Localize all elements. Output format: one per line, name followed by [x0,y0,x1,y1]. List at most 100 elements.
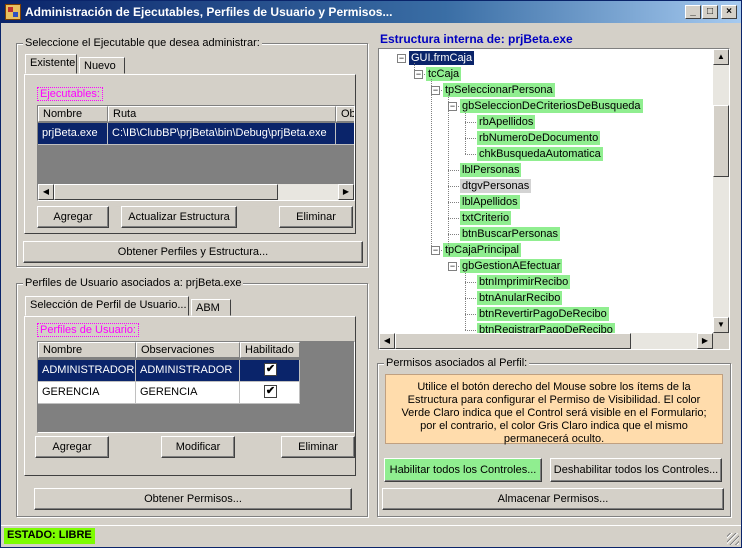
tree-guide-line [431,79,432,250]
scroll-left-icon[interactable]: ◀ [379,333,395,349]
perfil-row-1-nombre[interactable]: ADMINISTRADOR [38,360,136,382]
perfiles-groupbox: Perfiles de Usuario asociados a: prjBeta… [16,277,368,517]
tree-connector [465,122,476,123]
tab-seleccion-perfil[interactable]: Selección de Perfil de Usuario... [25,296,189,316]
tree-connector [465,314,476,315]
table-row-nombre[interactable]: prjBeta.exe [38,123,108,145]
habilitado-checkbox[interactable]: ✔ [264,385,277,398]
tab-abm[interactable]: ABM [191,299,231,316]
tree-connector [465,330,476,331]
col-nombre[interactable]: Nombre [38,106,108,122]
perfiles-legend: Perfiles de Usuario asociados a: prjBeta… [23,277,244,289]
perfil-row-2-habilitado[interactable]: ✔ [240,382,300,404]
perfil-row-1-obs[interactable]: ADMINISTRADOR [136,360,240,382]
eliminar-perfil-button[interactable]: Eliminar [281,436,355,458]
tree-node[interactable]: tpSeleccionarPersona [443,83,555,97]
tree-node[interactable]: lblApellidos [460,195,520,209]
tree-connector [448,170,459,171]
estructura-heading: Estructura interna de: prjBeta.exe [380,32,573,46]
tree-vscroll-thumb[interactable] [713,105,729,177]
tab-nuevo[interactable]: Nuevo [79,57,125,74]
tree-connector [465,282,476,283]
tree-node[interactable]: rbApellidos [477,115,536,129]
col-habilitado[interactable]: Habilitado [240,342,300,358]
tree-node[interactable]: dtgvPersonas [460,179,532,193]
permisos-legend: Permisos asociados al Perfil: [384,357,530,369]
perfil-row-2-nombre[interactable]: GERENCIA [38,382,136,404]
window-title: Administración de Ejecutables, Perfiles … [25,5,393,19]
tree-node[interactable]: lblPersonas [460,163,522,177]
col-observaciones[interactable]: Observaciones [136,342,240,358]
tree-node[interactable]: btnBuscarPersonas [460,227,560,241]
perfiles-label: Perfiles de Usuario: [37,323,139,337]
agregar-ejecutable-button[interactable]: Agregar [37,206,109,228]
tree-guide-line [414,63,415,74]
status-bar: ESTADO: LIBRE [1,525,741,547]
perfil-row-1-habilitado[interactable]: ✔ [240,360,300,382]
actualizar-estructura-button[interactable]: Actualizar Estructura [121,206,237,228]
collapse-icon[interactable]: − [414,70,423,79]
scroll-right-icon[interactable]: ▶ [697,333,713,349]
modificar-perfil-button[interactable]: Modificar [161,436,235,458]
minimize-button[interactable]: _ [685,5,701,19]
ejecutables-label: Ejecutables: [37,87,103,101]
tree-node[interactable]: rbNumeroDeDocumento [477,131,601,145]
col-obs[interactable]: Ob [336,106,354,122]
title-bar[interactable]: Administración de Ejecutables, Perfiles … [1,1,741,23]
resize-grip-icon[interactable] [727,533,739,545]
ejecutables-hscrollbar[interactable]: ◀ ▶ [38,184,354,200]
app-icon [5,4,21,20]
ejecutables-grid[interactable]: Nombre Ruta Ob prjBeta.exe C:\IB\ClubBP\… [37,105,355,201]
tree-node[interactable]: gbSeleccionDeCriteriosDeBusqueda [460,99,643,113]
tree-connector [448,202,459,203]
table-row-ruta[interactable]: C:\IB\ClubBP\prjBeta\bin\Debug\prjBeta.e… [108,123,336,145]
collapse-icon[interactable]: − [431,246,440,255]
ejecutable-legend: Seleccione el Ejecutable que desea admin… [23,37,262,49]
collapse-icon[interactable]: − [397,54,406,63]
tree-scroll-corner [713,333,729,349]
eliminar-ejecutable-button[interactable]: Eliminar [279,206,353,228]
tree-node[interactable]: btnAnularRecibo [477,291,563,305]
col-perfil-nombre[interactable]: Nombre [38,342,136,358]
almacenar-permisos-button[interactable]: Almacenar Permisos... [382,488,724,510]
tree-hscroll-thumb[interactable] [395,333,631,349]
deshabilitar-todos-button[interactable]: Deshabilitar todos los Controles... [550,458,722,482]
tree-hscrollbar[interactable]: ◀ ▶ [379,333,713,349]
tree-node[interactable]: btnImprimirRecibo [477,275,571,289]
scroll-right-icon[interactable]: ▶ [338,184,354,200]
scroll-left-icon[interactable]: ◀ [38,184,54,200]
table-row-obs[interactable] [336,123,354,145]
collapse-icon[interactable]: − [448,262,457,271]
habilitado-checkbox[interactable]: ✔ [264,363,277,376]
scroll-down-icon[interactable]: ▼ [713,317,729,333]
tab-existente[interactable]: Existente [25,54,77,74]
tree-guide-line [465,271,466,330]
permisos-info-box: Utilice el botón derecho del Mouse sobre… [385,374,723,445]
col-ruta[interactable]: Ruta [108,106,336,122]
status-label: ESTADO: LIBRE [4,528,95,544]
collapse-icon[interactable]: − [431,86,440,95]
tree-vscrollbar[interactable]: ▲ ▼ [713,49,729,333]
agregar-perfil-button[interactable]: Agregar [35,436,109,458]
collapse-icon[interactable]: − [448,102,457,111]
close-button[interactable]: × [721,5,737,19]
habilitar-todos-button[interactable]: Habilitar todos los Controles... [384,458,542,482]
tree-connector [465,298,476,299]
tree-node[interactable]: txtCriterio [460,211,512,225]
tree-guide-line [448,95,449,250]
obtener-perfiles-button[interactable]: Obtener Perfiles y Estructura... [23,241,363,263]
perfiles-grid[interactable]: Nombre Observaciones Habilitado ADMINIST… [37,341,355,433]
scroll-up-icon[interactable]: ▲ [713,49,729,65]
ejecutable-groupbox: Seleccione el Ejecutable que desea admin… [16,37,368,267]
perfil-row-2-obs[interactable]: GERENCIA [136,382,240,404]
main-window: Administración de Ejecutables, Perfiles … [0,0,742,548]
maximize-button[interactable]: □ [702,5,718,19]
tree-node[interactable]: gbGestionAEfectuar [460,259,563,273]
scroll-thumb[interactable] [54,184,278,200]
tree-node[interactable]: GUI.frmCaja [409,51,475,65]
tree-node[interactable]: tpCajaPrincipal [443,243,521,257]
tree-node[interactable]: btnRevertirPagoDeRecibo [477,307,609,321]
tree-node[interactable]: chkBusquedaAutomatica [477,147,603,161]
obtener-permisos-button[interactable]: Obtener Permisos... [34,488,352,510]
estructura-tree[interactable]: − GUI.frmCaja − tcCaja − tpSeleccionarPersona… [378,48,730,350]
